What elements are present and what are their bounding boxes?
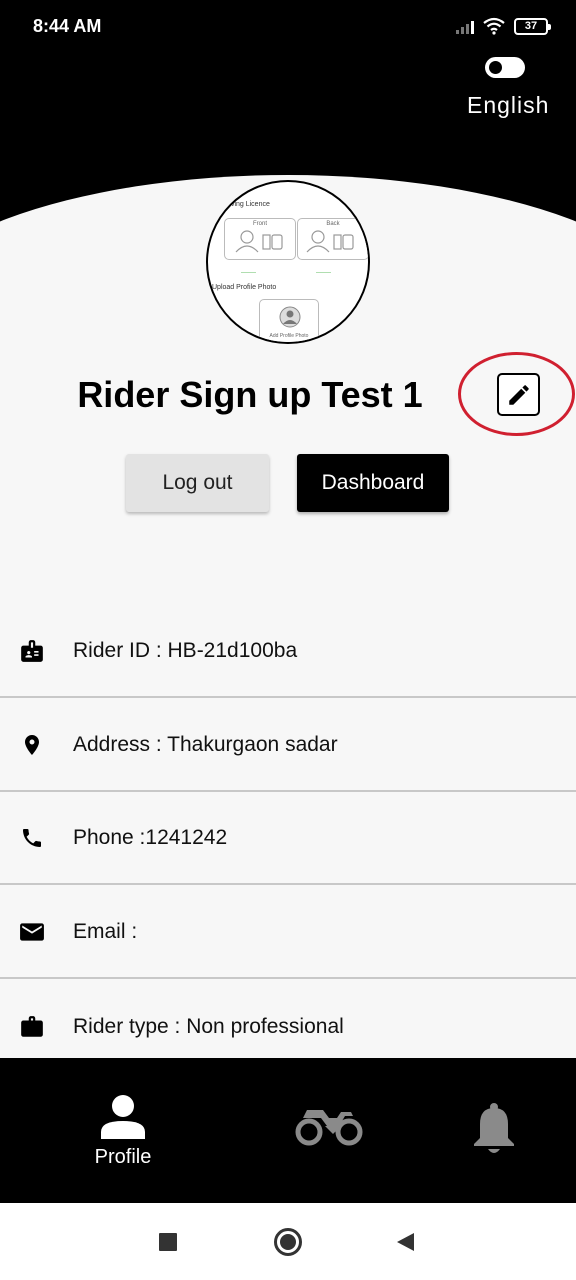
info-row-email: Email : bbox=[0, 886, 576, 979]
phone-text: Phone :1241242 bbox=[73, 825, 228, 849]
dashboard-button[interactable]: Dashboard bbox=[297, 454, 449, 512]
info-row-address: Address : Thakurgaon sadar bbox=[0, 699, 576, 792]
email-icon bbox=[19, 919, 45, 945]
bell-icon bbox=[474, 1103, 514, 1153]
back-label: Back bbox=[326, 221, 340, 227]
triangle-back-icon bbox=[397, 1232, 414, 1251]
bottom-nav: Profile bbox=[0, 1058, 576, 1203]
avatar[interactable]: Driving Licence Front Back ——— ——— Uploa… bbox=[206, 180, 370, 344]
rider-type-text: Rider type : Non professional bbox=[73, 1014, 344, 1038]
info-row-rider-id: Rider ID : HB-21d100ba bbox=[0, 605, 576, 698]
nav-notifications[interactable] bbox=[464, 1058, 524, 1203]
battery-icon: 37 bbox=[514, 17, 551, 35]
signal-icon bbox=[456, 18, 474, 34]
id-badge-icon bbox=[19, 638, 45, 664]
user-placeholder-icon bbox=[279, 306, 301, 328]
language-label: English bbox=[467, 92, 550, 118]
home-button[interactable] bbox=[268, 1203, 308, 1280]
status-time: 8:44 AM bbox=[33, 16, 102, 36]
person-icon bbox=[101, 1095, 145, 1139]
system-nav-bar bbox=[0, 1203, 576, 1280]
id-card-icon bbox=[235, 230, 283, 253]
profile-name: Rider Sign up Test 1 bbox=[77, 374, 423, 415]
motorcycle-icon bbox=[295, 1110, 363, 1146]
wifi-icon bbox=[483, 17, 505, 35]
nav-profile[interactable]: Profile bbox=[76, 1058, 170, 1203]
address-text: Address : Thakurgaon sadar bbox=[73, 732, 338, 756]
nav-rides[interactable] bbox=[288, 1058, 370, 1203]
highlight-ring bbox=[458, 352, 575, 436]
avatar-preview: Driving Licence Front Back ——— ——— Uploa… bbox=[208, 182, 368, 342]
driving-licence-title: Driving Licence bbox=[222, 201, 270, 208]
info-row-phone: Phone :1241242 bbox=[0, 792, 576, 885]
phone-icon bbox=[19, 825, 45, 851]
profile-photo-card: Add Profile Photo bbox=[259, 299, 319, 342]
front-status-mark: ——— bbox=[241, 270, 256, 276]
location-pin-icon bbox=[19, 732, 45, 758]
upload-profile-title: Upload Profile Photo bbox=[212, 284, 277, 291]
front-label: Front bbox=[252, 221, 267, 227]
nav-profile-label: Profile bbox=[94, 1146, 152, 1168]
briefcase-icon bbox=[19, 1014, 45, 1040]
add-profile-photo-label: Add Profile Photo bbox=[269, 333, 309, 339]
recents-button[interactable] bbox=[150, 1203, 186, 1280]
id-card-icon bbox=[306, 230, 354, 253]
square-icon bbox=[159, 1232, 177, 1251]
back-button[interactable] bbox=[390, 1203, 420, 1280]
rider-id-text: Rider ID : HB-21d100ba bbox=[73, 638, 298, 662]
back-status-mark: ——— bbox=[316, 270, 331, 276]
licence-back-card: Back bbox=[297, 218, 368, 260]
language-toggle[interactable] bbox=[485, 57, 525, 78]
circle-icon bbox=[274, 1227, 302, 1256]
email-text: Email : bbox=[73, 919, 138, 943]
status-icons: 37 bbox=[456, 17, 551, 35]
licence-front-card: Front bbox=[224, 218, 296, 260]
logout-button[interactable]: Log out bbox=[126, 454, 269, 512]
